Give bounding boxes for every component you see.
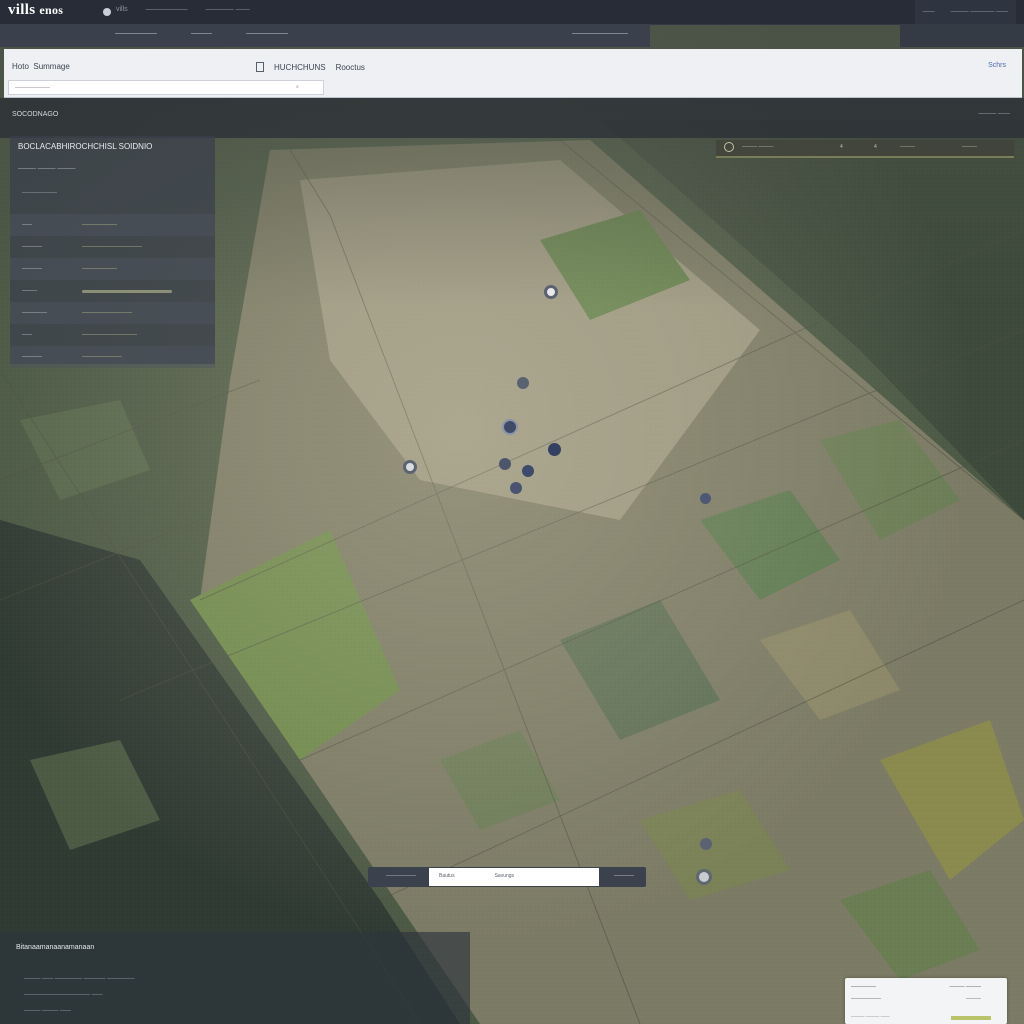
- panel-subhead: ———————: [22, 190, 57, 196]
- row-label: ——: [22, 332, 32, 338]
- map-pin[interactable]: [502, 419, 518, 435]
- strip-label: SOCODNAGO: [12, 111, 59, 118]
- panel-row[interactable]: —— ———————————: [10, 324, 215, 346]
- search-input[interactable]: [8, 80, 324, 95]
- toolbar: Hoto Summage HUCHCHUNS Rooctus Schrs ⌕: [4, 49, 1022, 98]
- sub-tab[interactable]: ———: [191, 30, 212, 37]
- row-value: ———————————: [82, 332, 137, 338]
- details-line: ——— ——— ——: [24, 1008, 72, 1014]
- top-right-menu: —— ——— ———— ——: [914, 0, 1016, 24]
- map-pin[interactable]: [499, 458, 511, 470]
- row-label: ————: [22, 266, 42, 272]
- layers-icon[interactable]: [256, 62, 264, 72]
- search-icon[interactable]: ⌕: [296, 84, 299, 90]
- layer-info-text: 4: [840, 144, 843, 150]
- details-panel: Bitanaamanaanamanaan ——— —— ————— ———— —…: [0, 932, 470, 1024]
- strip-right-text: ——— ——: [978, 111, 1010, 117]
- map-pin[interactable]: [700, 493, 711, 504]
- panel-subtitle: ——— ——— ———: [18, 166, 76, 172]
- toolbar-action[interactable]: HUCHCHUNS: [274, 63, 326, 72]
- map-search-input[interactable]: Bautus Savungs: [429, 868, 599, 886]
- sub-tab[interactable]: ——————: [246, 30, 288, 37]
- row-value: ———————: [82, 222, 117, 228]
- map-pin[interactable]: [544, 285, 558, 299]
- map-search-button[interactable]: ————: [614, 873, 634, 879]
- map-pin[interactable]: [403, 460, 417, 474]
- row-label: ——: [22, 222, 32, 228]
- map-search-label: ——————: [386, 873, 416, 879]
- card-right-title: ——— ———: [949, 984, 981, 990]
- top-right-item[interactable]: ——: [923, 9, 935, 15]
- status-strip: [0, 98, 1024, 138]
- panel-row[interactable]: ———— ————————————: [10, 236, 215, 258]
- row-label: ————: [22, 354, 42, 360]
- card-progress-bar: [951, 1016, 991, 1020]
- toolbar-actions: HUCHCHUNS Rooctus: [256, 62, 365, 72]
- toolbar-title: Hoto Summage: [12, 62, 70, 71]
- summary-card[interactable]: ————— —————— ——— ——— ——— ——— ——— ——: [845, 978, 1007, 1024]
- sub-tab[interactable]: ——————: [115, 30, 157, 37]
- panel-row[interactable]: ———— ———————: [10, 258, 215, 280]
- row-value: ————————————: [82, 244, 142, 250]
- top-nav-item[interactable]: ———— ——: [206, 6, 250, 13]
- row-value: ———————: [82, 266, 117, 272]
- top-nav: vills —————— ———— ——: [116, 6, 250, 13]
- panel-title: BOCLACABHIROCHCHISL SOIDNIO: [18, 142, 153, 151]
- panel-row[interactable]: ———— ————————: [10, 346, 215, 368]
- row-label: ————: [22, 244, 42, 250]
- card-right-value: ———: [966, 996, 981, 1002]
- card-footer: ——— ——— ——: [851, 1014, 890, 1019]
- target-icon[interactable]: [724, 142, 734, 152]
- app-logo[interactable]: vills enos: [8, 2, 63, 19]
- top-nav-item[interactable]: vills: [116, 6, 128, 13]
- panel-row[interactable]: ———: [10, 280, 215, 302]
- layer-info-text: ——— ———: [742, 144, 774, 150]
- map-pin[interactable]: [522, 465, 534, 477]
- details-line: ——— —— ————— ———— —————: [24, 976, 135, 982]
- card-value: ——————: [851, 996, 881, 1002]
- map-pin[interactable]: [510, 482, 522, 494]
- progress-bar: [82, 289, 172, 293]
- map-search-value: Bautus: [439, 873, 455, 879]
- details-line: ———————————— ——: [24, 992, 103, 998]
- map-pin[interactable]: [700, 838, 712, 850]
- map-search-bar: —————— Bautus Savungs ————: [368, 867, 646, 887]
- row-value: ————————: [82, 354, 122, 360]
- layer-info-text: ———: [962, 144, 977, 150]
- sub-tab[interactable]: ————————: [572, 30, 628, 37]
- row-value: ——————————: [82, 310, 132, 316]
- map-pin[interactable]: [548, 443, 561, 456]
- panel-rows: —— ——————— ———— ———————————— ———— ——————— —…: [10, 214, 215, 368]
- panel-row[interactable]: —— ———————: [10, 214, 215, 236]
- panel-row[interactable]: ————— ——————————: [10, 302, 215, 324]
- layer-info-bar[interactable]: ——— ——— 4 4 ——— ———: [716, 140, 1014, 158]
- top-bar: vills enos vills —————— ———— —— —— ——— —…: [0, 0, 1024, 25]
- layer-info-text: 4: [874, 144, 877, 150]
- card-title: —————: [851, 984, 876, 990]
- map-pin[interactable]: [517, 377, 529, 389]
- map-search-value: Savungs: [494, 873, 515, 879]
- toolbar-action[interactable]: Rooctus: [336, 63, 365, 72]
- sub-nav-right: [900, 24, 1024, 47]
- info-panel: BOCLACABHIROCHCHISL SOIDNIO ——— ——— ——— …: [10, 136, 215, 368]
- top-right-item[interactable]: ——— ———— ——: [951, 9, 1008, 15]
- globe-icon[interactable]: [103, 8, 111, 16]
- sub-nav-tabs: —————— ——— —————— ————————: [115, 30, 628, 37]
- settings-link[interactable]: Schrs: [988, 62, 1006, 69]
- details-title: Bitanaamanaanamanaan: [16, 944, 95, 951]
- layer-info-text: ———: [900, 144, 915, 150]
- row-label: ———: [22, 288, 37, 294]
- map-pin[interactable]: [696, 869, 712, 885]
- row-label: —————: [22, 310, 47, 316]
- top-nav-item[interactable]: ——————: [146, 6, 188, 13]
